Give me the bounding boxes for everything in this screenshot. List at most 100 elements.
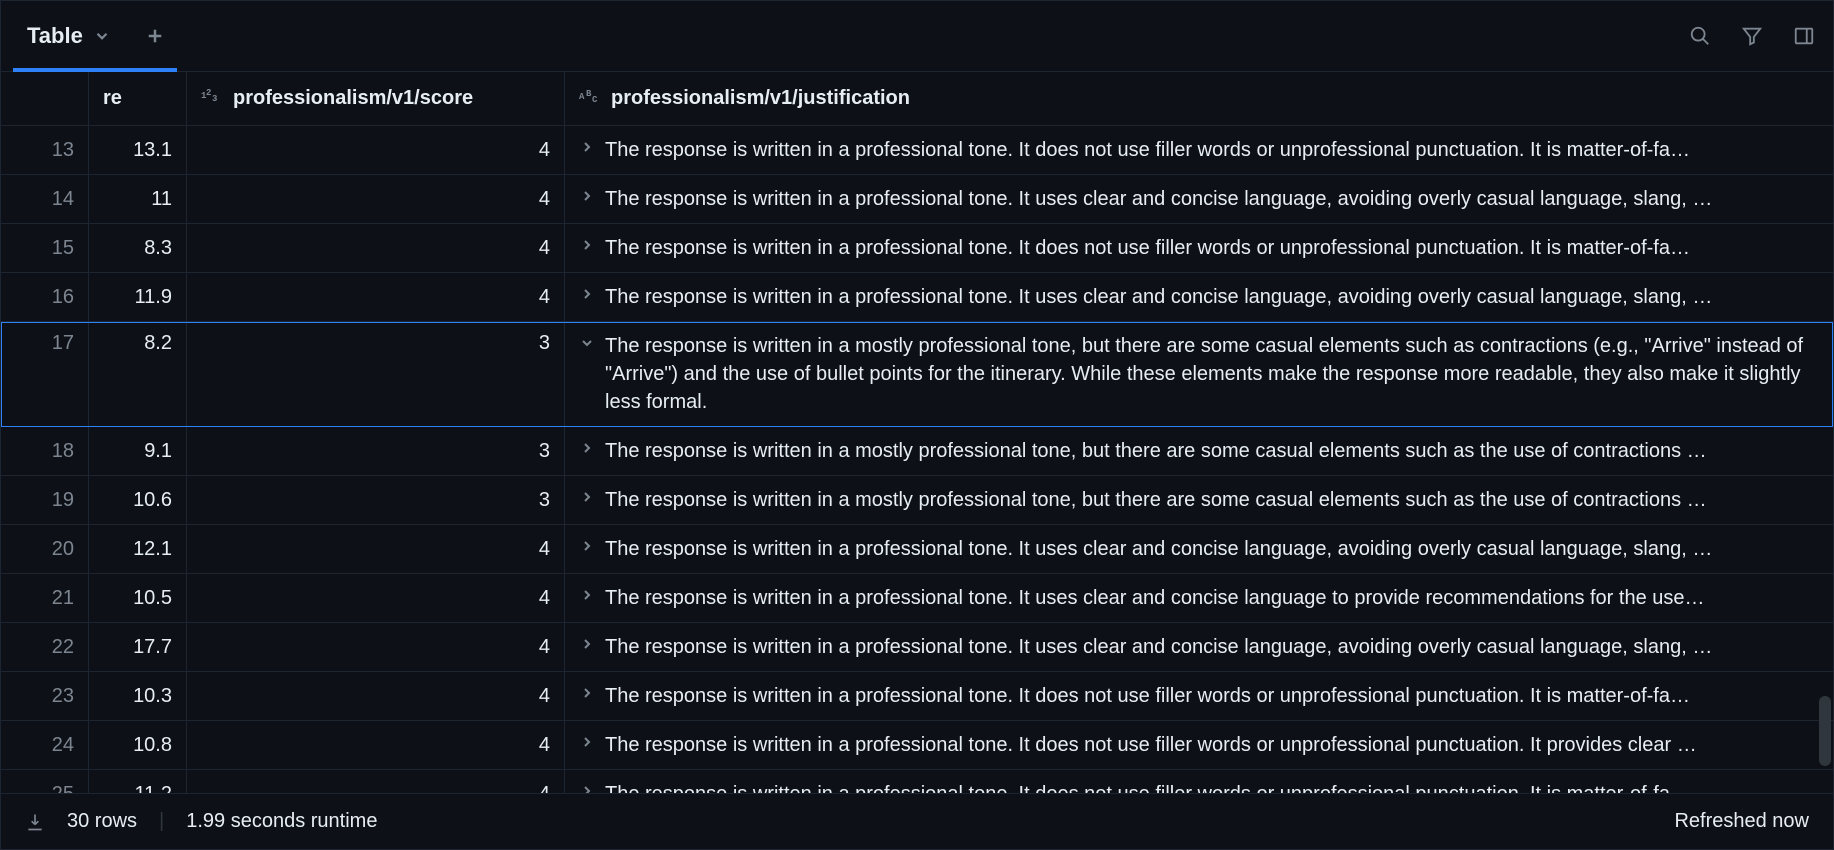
cell-re[interactable]: 13.1 — [89, 126, 187, 174]
column-header-score[interactable]: 123 professionalism/v1/score — [187, 72, 565, 125]
justification-text: The response is written in a mostly prof… — [605, 437, 1707, 465]
row-number: 22 — [1, 623, 89, 671]
justification-text: The response is written in a professiona… — [605, 682, 1690, 710]
chevron-right-icon[interactable] — [579, 685, 595, 701]
cell-score[interactable]: 4 — [187, 574, 565, 622]
table-row[interactable]: 2110.54The response is written in a prof… — [1, 574, 1833, 623]
column-label: professionalism/v1/justification — [611, 87, 910, 110]
row-number: 25 — [1, 770, 89, 793]
cell-justification[interactable]: The response is written in a professiona… — [565, 525, 1833, 573]
cell-re[interactable]: 8.3 — [89, 224, 187, 272]
runtime-label: 1.99 seconds runtime — [186, 810, 377, 833]
row-number: 24 — [1, 721, 89, 769]
download-icon[interactable] — [25, 812, 45, 832]
table-row[interactable]: 2310.34 The response is written in a prof… — [1, 672, 1833, 721]
cell-re[interactable]: 10.8 — [89, 721, 187, 769]
cell-justification[interactable]: The response is written in a professiona… — [565, 672, 1833, 720]
cell-justification[interactable]: The response is written in a professiona… — [565, 126, 1833, 174]
table-row[interactable]: 178.23 The response is written in a mostl… — [1, 322, 1833, 427]
cell-justification[interactable]: The response is written in a professiona… — [565, 623, 1833, 671]
cell-justification[interactable]: The response is written in a professiona… — [565, 574, 1833, 622]
cell-score[interactable]: 4 — [187, 273, 565, 321]
table-row[interactable]: 14114The response is written in a profes… — [1, 175, 1833, 224]
cell-re[interactable]: 11.9 — [89, 273, 187, 321]
cell-justification[interactable]: The response is written in a professiona… — [565, 721, 1833, 769]
tab-table[interactable]: Table — [13, 1, 125, 71]
search-button[interactable] — [1683, 19, 1717, 53]
cell-re[interactable]: 10.3 — [89, 672, 187, 720]
cell-re[interactable]: 11 — [89, 175, 187, 223]
cell-score[interactable]: 3 — [187, 427, 565, 475]
justification-text: The response is written in a mostly prof… — [605, 486, 1707, 514]
cell-justification[interactable]: The response is written in a professiona… — [565, 224, 1833, 272]
cell-score[interactable]: 4 — [187, 224, 565, 272]
column-header-rownum[interactable] — [1, 72, 89, 125]
chevron-right-icon[interactable] — [579, 139, 595, 155]
chevron-right-icon[interactable] — [579, 489, 595, 505]
table-row[interactable]: 1313.14The response is written in a prof… — [1, 126, 1833, 175]
cell-re[interactable]: 17.7 — [89, 623, 187, 671]
cell-score[interactable]: 4 — [187, 721, 565, 769]
table-row[interactable]: 1910.63 The response is written in a most… — [1, 476, 1833, 525]
cell-score[interactable]: 4 — [187, 525, 565, 573]
cell-score[interactable]: 4 — [187, 175, 565, 223]
chevron-down-icon[interactable] — [579, 335, 595, 351]
cell-justification[interactable]: The response is written in a professiona… — [565, 273, 1833, 321]
svg-text:3: 3 — [212, 94, 217, 104]
row-number: 23 — [1, 672, 89, 720]
row-number: 20 — [1, 525, 89, 573]
cell-justification[interactable]: The response is written in a professiona… — [565, 770, 1833, 793]
cell-re[interactable]: 10.5 — [89, 574, 187, 622]
scrollbar-thumb[interactable] — [1819, 696, 1831, 766]
cell-score[interactable]: 4 — [187, 770, 565, 793]
cell-score[interactable]: 4 — [187, 672, 565, 720]
cell-re[interactable]: 10.6 — [89, 476, 187, 524]
table-row[interactable]: 2217.74The response is written in a prof… — [1, 623, 1833, 672]
chevron-right-icon[interactable] — [579, 188, 595, 204]
add-tab-button[interactable] — [139, 20, 171, 52]
column-header-re[interactable]: re — [89, 72, 187, 125]
cell-re[interactable]: 11.2 — [89, 770, 187, 793]
chevron-right-icon[interactable] — [579, 587, 595, 603]
filter-button[interactable] — [1735, 19, 1769, 53]
toolbar-left: Table — [13, 1, 171, 71]
cell-score[interactable]: 4 — [187, 126, 565, 174]
chevron-right-icon[interactable] — [579, 237, 595, 253]
table-row[interactable]: 2410.84The response is written in a prof… — [1, 721, 1833, 770]
cell-re[interactable]: 12.1 — [89, 525, 187, 573]
row-number: 17 — [1, 322, 89, 426]
column-label: professionalism/v1/score — [233, 87, 473, 110]
panel-toggle-button[interactable] — [1787, 19, 1821, 53]
cell-justification[interactable]: The response is written in a mostly prof… — [565, 476, 1833, 524]
cell-score[interactable]: 4 — [187, 623, 565, 671]
row-number: 16 — [1, 273, 89, 321]
cell-score[interactable]: 3 — [187, 322, 565, 426]
row-number: 21 — [1, 574, 89, 622]
table-row[interactable]: 158.34The response is written in a profe… — [1, 224, 1833, 273]
row-count-label: 30 rows — [67, 810, 137, 833]
cell-re[interactable]: 9.1 — [89, 427, 187, 475]
justification-text: The response is written in a mostly prof… — [605, 332, 1819, 416]
table-row[interactable]: 189.13The response is written in a mostl… — [1, 427, 1833, 476]
column-header-justification[interactable]: ABC professionalism/v1/justification — [565, 72, 1833, 125]
cell-justification[interactable]: The response is written in a professiona… — [565, 175, 1833, 223]
row-number: 13 — [1, 126, 89, 174]
row-number: 19 — [1, 476, 89, 524]
table-row[interactable]: 2511.24The response is written in a prof… — [1, 770, 1833, 793]
cell-justification[interactable]: The response is written in a mostly prof… — [565, 427, 1833, 475]
table-body: 1313.14The response is written in a prof… — [1, 126, 1833, 793]
chevron-right-icon[interactable] — [579, 440, 595, 456]
chevron-right-icon[interactable] — [579, 286, 595, 302]
table-row[interactable]: 1611.94The response is written in a prof… — [1, 273, 1833, 322]
chevron-right-icon[interactable] — [579, 734, 595, 750]
numeric-type-icon: 123 — [201, 88, 223, 109]
chevron-down-icon[interactable] — [93, 27, 111, 45]
cell-justification[interactable]: The response is written in a mostly prof… — [565, 322, 1833, 426]
cell-re[interactable]: 8.2 — [89, 322, 187, 426]
cell-score[interactable]: 3 — [187, 476, 565, 524]
chevron-right-icon[interactable] — [579, 636, 595, 652]
justification-text: The response is written in a professiona… — [605, 234, 1690, 262]
table-row[interactable]: 2012.14The response is written in a prof… — [1, 525, 1833, 574]
chevron-right-icon[interactable] — [579, 783, 595, 793]
chevron-right-icon[interactable] — [579, 538, 595, 554]
